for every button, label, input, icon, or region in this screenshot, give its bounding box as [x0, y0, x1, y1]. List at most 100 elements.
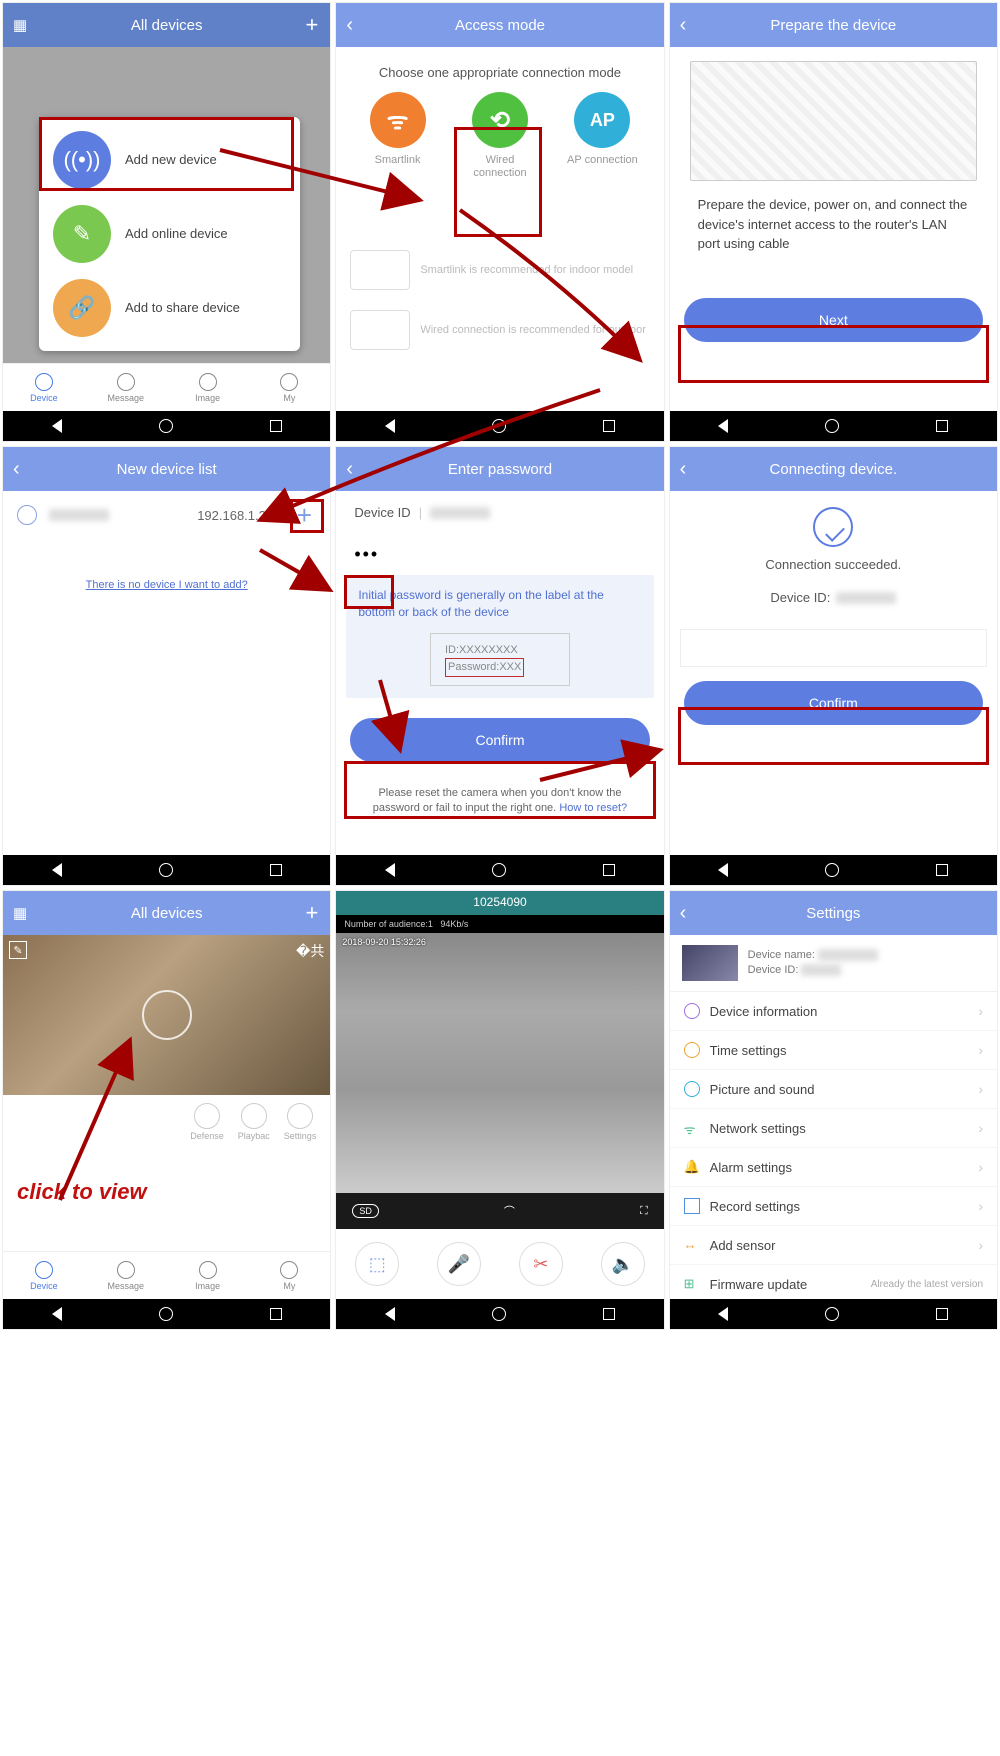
home-icon[interactable]	[159, 419, 173, 433]
device-ip: 192.168.1.229	[197, 508, 280, 523]
back-icon[interactable]	[52, 863, 62, 877]
device-id-label: Device ID	[354, 505, 410, 520]
mic-button[interactable]: 🎤	[437, 1242, 481, 1286]
add-icon[interactable]: +	[305, 12, 318, 38]
add-icon[interactable]: +	[305, 900, 318, 926]
defense-button[interactable]: Defense	[190, 1103, 224, 1141]
settings-firmware[interactable]: ⊞Firmware updateAlready the latest versi…	[670, 1265, 997, 1299]
back-icon[interactable]	[718, 863, 728, 877]
tab-device[interactable]: Device	[3, 1252, 85, 1299]
stream-info: Number of audience:1 94Kb/s	[336, 915, 663, 933]
playback-button[interactable]: Playbac	[238, 1103, 270, 1141]
password-input[interactable]: •••	[336, 534, 663, 575]
camera-preview[interactable]: ✎ �共	[3, 935, 330, 1095]
settings-button[interactable]: Settings	[284, 1103, 317, 1141]
back-icon[interactable]: ‹	[680, 902, 687, 925]
tab-message[interactable]: Message	[85, 364, 167, 411]
screen-all-devices-with-camera: ▦ All devices + ✎ �共 Defense Playbac Set…	[2, 890, 331, 1330]
ap-option[interactable]: AP AP connection	[562, 92, 642, 180]
back-icon[interactable]	[718, 419, 728, 433]
back-icon[interactable]: ‹	[346, 14, 353, 37]
recent-icon[interactable]	[603, 420, 615, 432]
home-icon[interactable]	[159, 1307, 173, 1321]
content: Device name: Device ID: Device informati…	[670, 935, 997, 1299]
settings-time[interactable]: Time settings›	[670, 1031, 997, 1070]
settings-picture-sound[interactable]: Picture and sound›	[670, 1070, 997, 1109]
content: Connection succeeded. Device ID: Confirm	[670, 491, 997, 855]
tab-image[interactable]: Image	[167, 1252, 249, 1299]
android-navbar	[336, 411, 663, 441]
recent-icon[interactable]	[936, 1308, 948, 1320]
home-icon[interactable]	[492, 419, 506, 433]
back-icon[interactable]: ‹	[680, 14, 687, 37]
back-icon[interactable]	[385, 1307, 395, 1321]
tab-device[interactable]: Device	[3, 364, 85, 411]
home-icon[interactable]	[825, 1307, 839, 1321]
home-icon[interactable]	[492, 863, 506, 877]
recent-icon[interactable]	[603, 864, 615, 876]
page-title: Settings	[806, 905, 860, 922]
tab-my[interactable]: My	[248, 364, 330, 411]
back-icon[interactable]: ‹	[13, 458, 20, 481]
device-name-blurred	[818, 949, 878, 961]
qr-icon[interactable]: ▦	[13, 904, 27, 922]
message-icon	[117, 1261, 135, 1279]
speaker-button[interactable]: 🔈	[601, 1242, 645, 1286]
tab-image[interactable]: Image	[167, 364, 249, 411]
quality-badge[interactable]: SD	[352, 1204, 379, 1218]
no-device-link[interactable]: There is no device I want to add?	[3, 539, 330, 591]
fullscreen-icon[interactable]: ⛶	[640, 1205, 648, 1218]
home-icon[interactable]	[159, 863, 173, 877]
image-icon	[199, 1261, 217, 1279]
back-icon[interactable]: ‹	[680, 458, 687, 481]
video-bottom-bar: SD ⌒ ⛶	[336, 1193, 663, 1229]
back-icon[interactable]	[52, 419, 62, 433]
settings-device-info[interactable]: Device information›	[670, 992, 997, 1031]
device-card: Device name: Device ID:	[670, 935, 997, 992]
snapshot-button[interactable]: ✂	[519, 1242, 563, 1286]
tab-my[interactable]: My	[248, 1252, 330, 1299]
smartlink-option[interactable]: ᯤ Smartlink	[358, 92, 438, 180]
record-button[interactable]: ⬚	[355, 1242, 399, 1286]
share-icon[interactable]: �共	[296, 941, 324, 961]
device-row[interactable]: 192.168.1.229 +	[3, 491, 330, 539]
content: ✎ �共 Defense Playbac Settings click to v…	[3, 935, 330, 1251]
add-online-device-item[interactable]: ✎ Add online device	[39, 197, 300, 271]
tab-message[interactable]: Message	[85, 1252, 167, 1299]
settings-alarm[interactable]: 🔔Alarm settings›	[670, 1148, 997, 1187]
recent-icon[interactable]	[936, 864, 948, 876]
video-view[interactable]: 2018-09-20 15:32:26	[336, 933, 663, 1193]
settings-network[interactable]: ᯤNetwork settings›	[670, 1109, 997, 1148]
settings-add-sensor[interactable]: ↔Add sensor›	[670, 1226, 997, 1265]
add-share-device-item[interactable]: 🔗 Add to share device	[39, 271, 300, 345]
hint-smartlink: Smartlink is recommended for indoor mode…	[336, 240, 663, 300]
recent-icon[interactable]	[270, 1308, 282, 1320]
ptz-icon[interactable]: ⌒	[504, 1203, 515, 1219]
back-icon[interactable]	[52, 1307, 62, 1321]
back-icon[interactable]	[385, 863, 395, 877]
recent-icon[interactable]	[603, 1308, 615, 1320]
back-icon[interactable]	[718, 1307, 728, 1321]
screen-settings: ‹ Settings Device name: Device ID: Devic…	[669, 890, 998, 1330]
success-text: Connection succeeded.	[670, 557, 997, 572]
home-icon[interactable]	[825, 863, 839, 877]
home-icon[interactable]	[825, 419, 839, 433]
highlight-box	[39, 117, 294, 191]
page-title: Connecting device.	[770, 461, 898, 478]
recent-icon[interactable]	[270, 864, 282, 876]
hint-wired: Wired connection is recommended for outd…	[336, 300, 663, 360]
qr-icon[interactable]: ▦	[13, 16, 27, 34]
content: 192.168.1.229 + There is no device I wan…	[3, 491, 330, 855]
back-icon[interactable]: ‹	[346, 458, 353, 481]
back-icon[interactable]	[385, 419, 395, 433]
ap-icon: AP	[574, 92, 630, 148]
edit-icon[interactable]: ✎	[9, 941, 27, 959]
device-name-card[interactable]	[680, 629, 987, 667]
add-online-label: Add online device	[125, 226, 228, 243]
recent-icon[interactable]	[270, 420, 282, 432]
settings-record[interactable]: Record settings›	[670, 1187, 997, 1226]
confirm-button[interactable]: Confirm	[350, 718, 649, 762]
recent-icon[interactable]	[936, 420, 948, 432]
device-id-row: Device ID |	[336, 491, 663, 534]
home-icon[interactable]	[492, 1307, 506, 1321]
